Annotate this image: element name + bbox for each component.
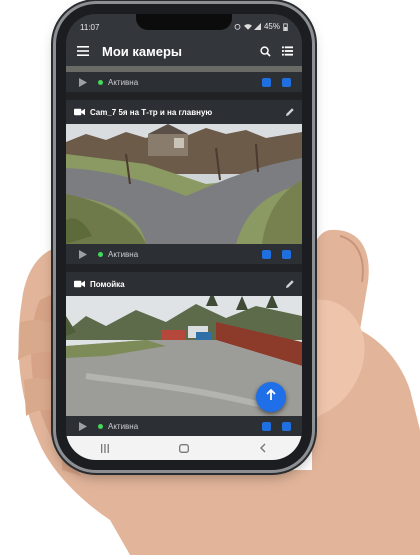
alarm-icon	[234, 23, 241, 30]
menu-icon[interactable]	[70, 36, 96, 66]
play-icon[interactable]	[72, 77, 94, 87]
app-bar: Мои камеры	[66, 36, 302, 66]
signal-icon	[253, 23, 261, 30]
camera-preview-image[interactable]	[66, 124, 302, 244]
camera-status: Активна	[108, 249, 139, 259]
system-nav-bar	[66, 436, 302, 460]
wifi-icon	[243, 23, 252, 30]
camera-feed-list[interactable]: Активна Cam_7 5я на Т-тр и на главную Ак…	[66, 66, 302, 436]
battery-level: 45%	[263, 22, 280, 31]
camera-status: Активна	[108, 421, 139, 431]
camera-status-bar: Активна	[66, 416, 302, 436]
archive-button[interactable]	[276, 72, 296, 92]
phone-frame: 11:07 45% Мои камеры Активна Cam_7 5я на…	[56, 4, 312, 470]
status-indicator-icon	[98, 79, 103, 85]
camera-icon	[68, 280, 90, 288]
arrow-up-icon	[265, 388, 277, 406]
notch	[136, 14, 232, 30]
camera-status-bar: Активна	[66, 244, 302, 264]
archive-button[interactable]	[276, 416, 296, 436]
camera-card-header: Cam_7 5я на Т-тр и на главную	[66, 100, 302, 124]
record-button[interactable]	[256, 416, 276, 436]
search-icon[interactable]	[254, 36, 276, 66]
camera-name: Cam_7 5я на Т-тр и на главную	[90, 107, 213, 117]
status-time: 11:07	[80, 23, 100, 32]
archive-button[interactable]	[276, 244, 296, 264]
home-icon[interactable]	[164, 436, 204, 460]
edit-icon[interactable]	[278, 279, 302, 289]
status-indicator-icon	[98, 251, 103, 257]
list-view-icon[interactable]	[276, 36, 298, 66]
camera-card: Активна	[66, 66, 302, 92]
battery-icon	[283, 23, 290, 31]
scroll-top-button[interactable]	[256, 382, 286, 412]
edit-icon[interactable]	[278, 107, 302, 117]
camera-card-header: Помойка	[66, 272, 302, 296]
camera-icon	[68, 108, 90, 116]
camera-status-bar: Активна	[66, 72, 302, 92]
status-indicator-icon	[98, 423, 103, 429]
play-icon[interactable]	[72, 421, 94, 431]
back-icon[interactable]	[243, 436, 283, 460]
phone-screen: 11:07 45% Мои камеры Активна Cam_7 5я на…	[66, 14, 302, 460]
recents-icon[interactable]	[85, 436, 125, 460]
page-title: Мои камеры	[102, 43, 182, 59]
camera-name: Помойка	[90, 279, 125, 289]
record-button[interactable]	[256, 244, 276, 264]
play-icon[interactable]	[72, 249, 94, 259]
camera-status: Активна	[108, 77, 139, 87]
record-button[interactable]	[256, 72, 276, 92]
camera-card: Cam_7 5я на Т-тр и на главную Активна	[66, 100, 302, 264]
